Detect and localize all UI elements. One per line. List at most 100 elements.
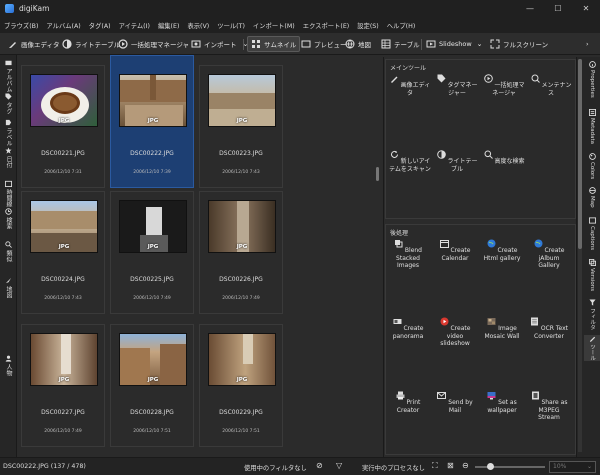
thumbnail-item[interactable]: JPG DSC00225.JPG 2006/12/10 7:49 bbox=[110, 191, 194, 314]
tool-set-as-wallpaper[interactable]: Set as wallpaper bbox=[480, 391, 524, 414]
tool-image-mosaic-wall[interactable]: Image Mosaic Wall bbox=[480, 317, 524, 340]
maximize-icon[interactable]: ☐ bbox=[544, 0, 572, 17]
sidebar-tab-timeline[interactable]: 時間線 bbox=[1, 180, 16, 207]
sidebar-tab-search[interactable]: 検索 bbox=[1, 208, 16, 229]
tool-share-as-stream[interactable]: Share as M3PEG Stream bbox=[527, 391, 571, 422]
sidebar-tab-similar[interactable]: 類似 bbox=[1, 241, 16, 262]
chevron-down-icon[interactable]: ⌄ bbox=[477, 40, 483, 48]
sidebar-tab-labels[interactable]: ラベル bbox=[1, 119, 16, 146]
sidebar-tab-tags[interactable]: タグ bbox=[1, 93, 16, 114]
slideshow-button[interactable]: Slideshow ⌄ bbox=[426, 36, 483, 52]
sidebar-tab-albums[interactable]: アルバム bbox=[1, 59, 16, 92]
tool-advanced-search[interactable]: 高度な検索 bbox=[482, 150, 526, 166]
thumbnails-view-button[interactable]: サムネイル bbox=[247, 36, 301, 52]
tool-create-panorama[interactable]: Create panorama bbox=[386, 317, 430, 340]
fit-selection-icon[interactable]: ⛶ bbox=[432, 461, 438, 471]
menu-help[interactable]: ヘルプ(H) bbox=[387, 21, 416, 30]
light-table-button[interactable]: ライトテーブル bbox=[62, 36, 120, 52]
map-view-button[interactable]: 地図 bbox=[345, 36, 371, 52]
menu-browse[interactable]: ブラウズ(B) bbox=[4, 21, 38, 30]
star-icon bbox=[5, 147, 12, 154]
tool-label: Set as wallpaper bbox=[487, 399, 517, 414]
filter-icon[interactable]: ▽ bbox=[336, 461, 342, 470]
right-tab-colors[interactable]: Colors bbox=[584, 153, 600, 179]
splitter-grip[interactable] bbox=[376, 167, 379, 181]
sidebar-tab-dates[interactable]: 日付 bbox=[1, 147, 16, 168]
right-tab-filters[interactable]: フィルタ bbox=[584, 299, 600, 330]
thumbnail-item[interactable]: JPG DSC00227.JPG 2006/12/10 7:49 bbox=[21, 324, 105, 447]
tool-send-by-mail[interactable]: Send by Mail bbox=[433, 391, 477, 414]
menu-settings[interactable]: 設定(S) bbox=[357, 21, 379, 30]
section-header: 後処理 bbox=[390, 230, 409, 237]
right-tab-metadata[interactable]: Metadata bbox=[584, 109, 600, 144]
panel-scrollbar[interactable] bbox=[578, 59, 582, 452]
tool-create-calendar[interactable]: Create Calendar bbox=[433, 239, 477, 262]
right-tab-properties[interactable]: Properties bbox=[584, 61, 600, 98]
menu-tools[interactable]: ツール(T) bbox=[217, 21, 245, 30]
tool-light-table[interactable]: ライトテーブル bbox=[435, 150, 479, 173]
menu-edit[interactable]: 編集(E) bbox=[158, 21, 180, 30]
grid-splitter-handle[interactable] bbox=[374, 57, 382, 457]
image-editor-button[interactable]: 画像エディタ bbox=[8, 36, 60, 52]
batch-queue-button[interactable]: 一括処理マネージャ bbox=[118, 36, 189, 52]
minimize-icon[interactable]: — bbox=[516, 0, 544, 17]
sidebar-tab-map[interactable]: 地図 bbox=[1, 277, 16, 298]
clear-filter-icon[interactable]: ⊘ bbox=[316, 461, 323, 470]
fullscreen-button[interactable]: フルスクリーン bbox=[490, 36, 548, 52]
sidebar-tab-people[interactable]: 人物 bbox=[1, 355, 16, 376]
menu-view[interactable]: 表示(V) bbox=[187, 21, 209, 30]
thumbnail-item[interactable]: JPG DSC00224.JPG 2006/12/10 7:43 bbox=[21, 191, 105, 314]
file-date: 2006/12/10 7:51 bbox=[222, 429, 260, 434]
tool-image-editor[interactable]: 画像エディタ bbox=[388, 74, 432, 97]
right-tab-captions[interactable]: Captions bbox=[584, 217, 600, 250]
right-sidebar: Properties Metadata Colors Map Captions … bbox=[576, 57, 600, 457]
tool-create-jalbum-gallery[interactable]: Create jAlbum Gallery bbox=[527, 239, 571, 270]
zoom-slider[interactable] bbox=[475, 463, 545, 470]
thumbnail-item[interactable]: JPG DSC00221.JPG 2006/12/10 7:31 bbox=[21, 65, 105, 188]
play-circle-icon bbox=[483, 74, 493, 83]
thumbnail-item[interactable]: JPG DSC00226.JPG 2006/12/10 7:49 bbox=[199, 191, 283, 314]
preview-view-button[interactable]: プレビュー bbox=[301, 36, 347, 52]
right-tab-label: Properties bbox=[589, 70, 595, 98]
globe-icon bbox=[345, 39, 355, 49]
menu-tag[interactable]: タグ(A) bbox=[89, 21, 111, 30]
batch-queue-label: 一括処理マネージャ bbox=[131, 41, 190, 49]
tool-create-video-slideshow[interactable]: Create video slideshow bbox=[433, 317, 477, 348]
zoom-slider-handle[interactable] bbox=[487, 463, 494, 470]
file-name: DSC00226.JPG bbox=[219, 276, 263, 283]
thumbnail-item[interactable]: JPG DSC00223.JPG 2006/12/10 7:43 bbox=[199, 65, 283, 188]
thumbnail-item[interactable]: JPG DSC00228.JPG 2006/12/10 7:51 bbox=[110, 324, 194, 447]
tool-scan-new-items[interactable]: 新しいアイテムをスキャン bbox=[388, 150, 432, 173]
tool-print-creator[interactable]: Print Creator bbox=[386, 391, 430, 414]
toolbar-more-button[interactable]: › bbox=[586, 36, 589, 52]
thumbnail-item[interactable]: JPG DSC00229.JPG 2006/12/10 7:51 bbox=[199, 324, 283, 447]
zoom-level-select[interactable]: 10% ⌄ bbox=[549, 461, 596, 473]
file-date: 2006/12/10 7:49 bbox=[44, 429, 82, 434]
file-type-badge: JPG bbox=[147, 244, 159, 250]
menu-item[interactable]: アイテム(I) bbox=[119, 21, 150, 30]
scrollbar-thumb[interactable] bbox=[578, 59, 582, 249]
tool-create-html-gallery[interactable]: Create Html gallery bbox=[480, 239, 524, 262]
menu-album[interactable]: アルバム(A) bbox=[46, 21, 80, 30]
tool-blend-stacked-images[interactable]: Blend Stacked Images bbox=[386, 239, 430, 270]
import-button[interactable]: インポート ⌄ bbox=[191, 36, 248, 52]
tool-maintenance[interactable]: メンテナンス bbox=[529, 74, 573, 97]
right-tab-map[interactable]: Map bbox=[584, 187, 600, 208]
tool-ocr-text-converter[interactable]: OCR Text Converter bbox=[527, 317, 571, 340]
digikam-logo-icon bbox=[5, 4, 14, 13]
thumbnail-item-selected[interactable]: JPG DSC00222.JPG 2006/12/10 7:39 bbox=[110, 55, 194, 188]
menu-import[interactable]: インポート(M) bbox=[253, 21, 295, 30]
zoom-out-icon[interactable]: ⊖ bbox=[462, 461, 469, 470]
close-icon[interactable]: ✕ bbox=[572, 0, 600, 17]
tool-batch-queue[interactable]: 一括処理マネージャ bbox=[482, 74, 526, 97]
table-view-button[interactable]: テーブル bbox=[381, 36, 420, 52]
zoom-level-value: 10% bbox=[553, 463, 567, 470]
tool-label: 画像エディタ bbox=[400, 82, 431, 97]
right-tab-tools[interactable]: ツール bbox=[584, 335, 600, 361]
tool-label: Create Calendar bbox=[441, 247, 471, 262]
tool-label: 一括処理マネージャ bbox=[492, 82, 525, 97]
zoom-fit-icon[interactable]: ⊠ bbox=[447, 461, 454, 470]
right-tab-versions[interactable]: Versions bbox=[584, 259, 600, 291]
menu-export[interactable]: エクスポート(E) bbox=[303, 21, 349, 30]
tool-tag-manager[interactable]: タグマネージャー bbox=[435, 74, 479, 97]
